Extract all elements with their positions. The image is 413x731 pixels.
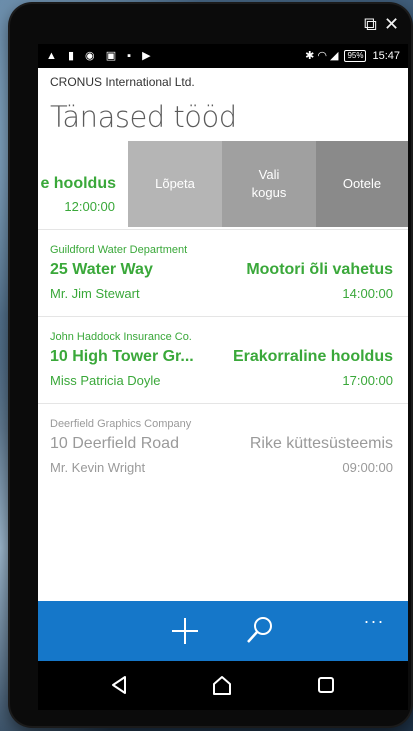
- home-icon[interactable]: [210, 674, 234, 696]
- company-name: CRONUS International Ltd.: [50, 75, 195, 89]
- select-quantity-label: Vali kogus: [251, 167, 287, 200]
- swiped-item-task: e hooldus: [40, 175, 116, 192]
- close-icon[interactable]: ✕: [384, 14, 399, 34]
- swiped-list-item[interactable]: e hooldus 12:00:00 Lõpeta Vali kogus Oot…: [38, 141, 408, 227]
- customer-name: Guildford Water Department: [50, 244, 188, 256]
- list-item[interactable]: John Haddock Insurance Co. 10 High Tower…: [38, 316, 408, 404]
- navigation-bar: [38, 661, 408, 710]
- finish-button[interactable]: Lõpeta: [128, 141, 222, 227]
- select-quantity-button[interactable]: Vali kogus: [222, 141, 316, 227]
- job-time: 09:00:00: [342, 460, 393, 475]
- back-icon[interactable]: [108, 674, 132, 696]
- window-controls: ⧉ ✕: [10, 4, 411, 44]
- job-address: 10 Deerfield Road: [50, 435, 179, 452]
- clock: 15:47: [372, 49, 400, 62]
- job-address: 10 High Tower Gr...: [50, 348, 194, 365]
- customer-name: John Haddock Insurance Co.: [50, 331, 192, 343]
- customer-name: Deerfield Graphics Company: [50, 418, 192, 430]
- phone-frame: ⧉ ✕ ▲ ▮ ◉ ▣ ▪ ▶ ✱ ◠ ◢ 95% 15:47 CRONUS I…: [10, 4, 411, 726]
- finish-button-label: Lõpeta: [155, 176, 195, 191]
- job-address: 25 Water Way: [50, 261, 153, 278]
- contact-person: Mr. Jim Stewart: [50, 286, 140, 301]
- job-time: 14:00:00: [342, 286, 393, 301]
- swiped-item-time: 12:00:00: [64, 199, 115, 214]
- page-title: Tänased tööd: [50, 100, 237, 134]
- status-bar: ▲ ▮ ◉ ▣ ▪ ▶ ✱ ◠ ◢ 95% 15:47: [38, 44, 408, 68]
- app-screen: ▲ ▮ ◉ ▣ ▪ ▶ ✱ ◠ ◢ 95% 15:47 CRONUS Inter…: [38, 44, 408, 710]
- battery-icon: 95%: [344, 49, 367, 62]
- job-task: Erakorraline hooldus: [232, 348, 393, 365]
- job-task: Mootori õli vahetus: [246, 261, 393, 278]
- contact-person: Mr. Kevin Wright: [50, 460, 146, 475]
- popout-icon[interactable]: ⧉: [364, 14, 377, 34]
- recents-icon[interactable]: [314, 674, 338, 696]
- swiped-item-content[interactable]: e hooldus 12:00:00: [38, 141, 128, 227]
- hold-button-label: Ootele: [342, 176, 382, 191]
- contact-person: Miss Patricia Doyle: [50, 373, 161, 388]
- status-right: ✱ ◠ ◢ 95% 15:47: [305, 49, 400, 62]
- plus-icon[interactable]: [169, 612, 201, 648]
- notification-icons: ▲ ▮ ◉ ▣ ▪ ▶: [46, 50, 155, 62]
- job-time: 17:00:00: [342, 373, 393, 388]
- app-bar: ...: [38, 601, 408, 661]
- job-task: Rike küttesüsteemis: [249, 435, 393, 452]
- connectivity-icons: ✱ ◠ ◢: [305, 50, 339, 62]
- list-item[interactable]: Deerfield Graphics Company 10 Deerfield …: [38, 403, 408, 491]
- search-icon[interactable]: [245, 615, 275, 645]
- hold-button[interactable]: Ootele: [316, 141, 408, 227]
- list-item[interactable]: Guildford Water Department 25 Water Way …: [38, 229, 408, 317]
- more-options-button[interactable]: ...: [364, 607, 385, 628]
